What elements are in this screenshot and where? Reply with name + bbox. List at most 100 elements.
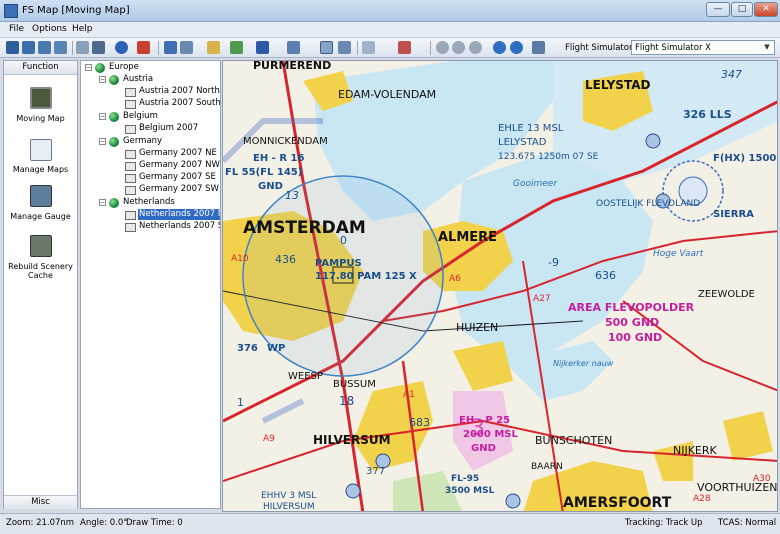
- map-file-icon: [125, 88, 136, 97]
- map-file-icon: [125, 211, 136, 220]
- grid-icon[interactable]: [92, 41, 105, 54]
- manage-gauge-icon[interactable]: [30, 185, 52, 207]
- rebuild-cache-icon[interactable]: [30, 235, 52, 257]
- map-tree: − Europe − Austria Austria 2007 North Au…: [80, 60, 221, 509]
- elevation-label: 3: [471, 416, 485, 441]
- elevation-label: 13: [285, 189, 299, 202]
- settings-icon[interactable]: [76, 41, 89, 54]
- layers-icon[interactable]: [164, 41, 177, 54]
- moving-map-icon[interactable]: [30, 87, 52, 109]
- airfield-info: 123.675 1250m 07 SE: [498, 152, 599, 162]
- menu-file[interactable]: File: [9, 24, 24, 34]
- place-label: BAARN: [531, 462, 563, 472]
- window-icon[interactable]: [54, 41, 67, 54]
- stop-icon[interactable]: [137, 41, 150, 54]
- vrp-label: WP: [267, 343, 285, 354]
- zoom-in-icon[interactable]: [436, 41, 449, 54]
- elevation-label: 636: [595, 269, 616, 282]
- function-moving-map[interactable]: Moving Map: [4, 114, 77, 123]
- tree-map-germany-nw[interactable]: Germany 2007 NW: [139, 160, 220, 171]
- road-label: A30: [753, 474, 771, 484]
- collapse-toggle[interactable]: −: [99, 113, 106, 120]
- map-file-icon: [125, 125, 136, 134]
- tree-map-austria-south[interactable]: Austria 2007 South: [139, 98, 220, 109]
- function-manage-gauge[interactable]: Manage Gauge: [4, 212, 77, 221]
- manage-maps-icon[interactable]: [30, 139, 52, 161]
- airway-icon[interactable]: [287, 41, 300, 54]
- function-rebuild-scenery-cache[interactable]: Rebuild Scenery Cache: [4, 262, 77, 280]
- rotate-left-icon[interactable]: [493, 41, 506, 54]
- tree-node-belgium[interactable]: Belgium: [123, 111, 158, 122]
- elevation-label: 18: [339, 394, 354, 408]
- monitor-icon[interactable]: [22, 41, 35, 54]
- monitor-icon[interactable]: [6, 41, 19, 54]
- tree-map-germany-ne[interactable]: Germany 2007 NE: [139, 148, 217, 159]
- function-panel: Function Moving Map Manage Maps Manage G…: [3, 60, 78, 509]
- moving-map[interactable]: PURMEREND EDAM-VOLENDAM LELYSTAD MONNICK…: [222, 60, 778, 512]
- place-label: MONNICKENDAM: [243, 136, 328, 147]
- collapse-toggle[interactable]: −: [85, 64, 92, 71]
- maximize-button[interactable]: □: [731, 2, 753, 17]
- collapse-toggle[interactable]: −: [99, 76, 106, 83]
- tree-map-germany-sw[interactable]: Germany 2007 SW: [139, 184, 219, 195]
- tree-node-europe[interactable]: Europe: [109, 62, 139, 73]
- ndb-label: 326 LLS: [683, 108, 732, 121]
- tree-node-austria[interactable]: Austria: [123, 74, 153, 85]
- area-name: AREA FLEVOPOLDER: [568, 301, 695, 314]
- tree-map-belgium[interactable]: Belgium 2007: [139, 123, 198, 134]
- road-label: A6: [449, 274, 461, 284]
- function-panel-footer[interactable]: Misc: [4, 495, 77, 509]
- zoom-out-icon[interactable]: [452, 41, 465, 54]
- waypoint-icon[interactable]: [398, 41, 411, 54]
- menu-options[interactable]: Options: [32, 24, 67, 34]
- elevation-label: 1: [237, 396, 244, 409]
- globe-icon: [109, 137, 119, 147]
- sim-select[interactable]: Flight Simulator X ▼: [631, 40, 775, 55]
- function-manage-maps[interactable]: Manage Maps: [4, 165, 77, 174]
- map-file-icon: [125, 223, 136, 232]
- map-file-icon: [125, 100, 136, 109]
- collapse-toggle[interactable]: −: [99, 199, 106, 206]
- place-label: AMSTERDAM: [243, 218, 366, 238]
- airspace-floor: GND: [258, 181, 283, 192]
- tree-node-germany[interactable]: Germany: [123, 136, 162, 147]
- tree-map-netherlands-n[interactable]: Netherlands 2007 N: [138, 209, 220, 220]
- close-button[interactable]: ✕: [754, 2, 778, 17]
- collapse-toggle[interactable]: −: [99, 138, 106, 145]
- chevron-down-icon[interactable]: ▼: [761, 41, 773, 54]
- place-label: ALMERE: [438, 230, 497, 245]
- elevation-label: 683: [409, 416, 430, 429]
- zoom-reset-icon[interactable]: [469, 41, 482, 54]
- crosshair-icon[interactable]: [320, 41, 333, 54]
- area-upper: 500 GND: [605, 316, 659, 329]
- tree-map-austria-north[interactable]: Austria 2007 North: [139, 86, 220, 97]
- area-lower: 100 GND: [608, 331, 662, 344]
- airfield-id: EHLE 13 MSL: [498, 123, 564, 134]
- print-icon[interactable]: [180, 41, 193, 54]
- help-icon[interactable]: [115, 41, 128, 54]
- altitude-label: 3500 MSL: [445, 486, 495, 496]
- place-label: BUSSUM: [333, 379, 376, 390]
- airplane-icon[interactable]: [256, 41, 269, 54]
- rotate-right-icon[interactable]: [510, 41, 523, 54]
- airspace-limits: FL 55(FL 145): [225, 167, 302, 178]
- north-up-icon[interactable]: [532, 41, 545, 54]
- tree-map-netherlands-s[interactable]: Netherlands 2007 S: [139, 221, 220, 232]
- tree-map-germany-se[interactable]: Germany 2007 SE: [139, 172, 216, 183]
- place-label: AMERSFOORT: [563, 495, 672, 511]
- elevation-label: 0: [340, 234, 347, 247]
- minimize-button[interactable]: —: [706, 2, 730, 17]
- road-label: A1: [403, 390, 415, 400]
- frequency-label: F(HX) 1500: [713, 153, 776, 164]
- menu-help[interactable]: Help: [72, 24, 93, 34]
- tree-node-netherlands[interactable]: Netherlands: [123, 197, 175, 208]
- view-icon[interactable]: [362, 41, 375, 54]
- sim-select-value: Flight Simulator X: [635, 43, 711, 53]
- place-label: EDAM-VOLENDAM: [338, 88, 436, 101]
- compass-icon[interactable]: [338, 41, 351, 54]
- toolbar: Flight Simulator Flight Simulator X ▼: [0, 38, 780, 58]
- route-icon[interactable]: [230, 41, 243, 54]
- place-label: SIERRA: [713, 209, 754, 220]
- folder-icon[interactable]: [207, 41, 220, 54]
- window-icon[interactable]: [38, 41, 51, 54]
